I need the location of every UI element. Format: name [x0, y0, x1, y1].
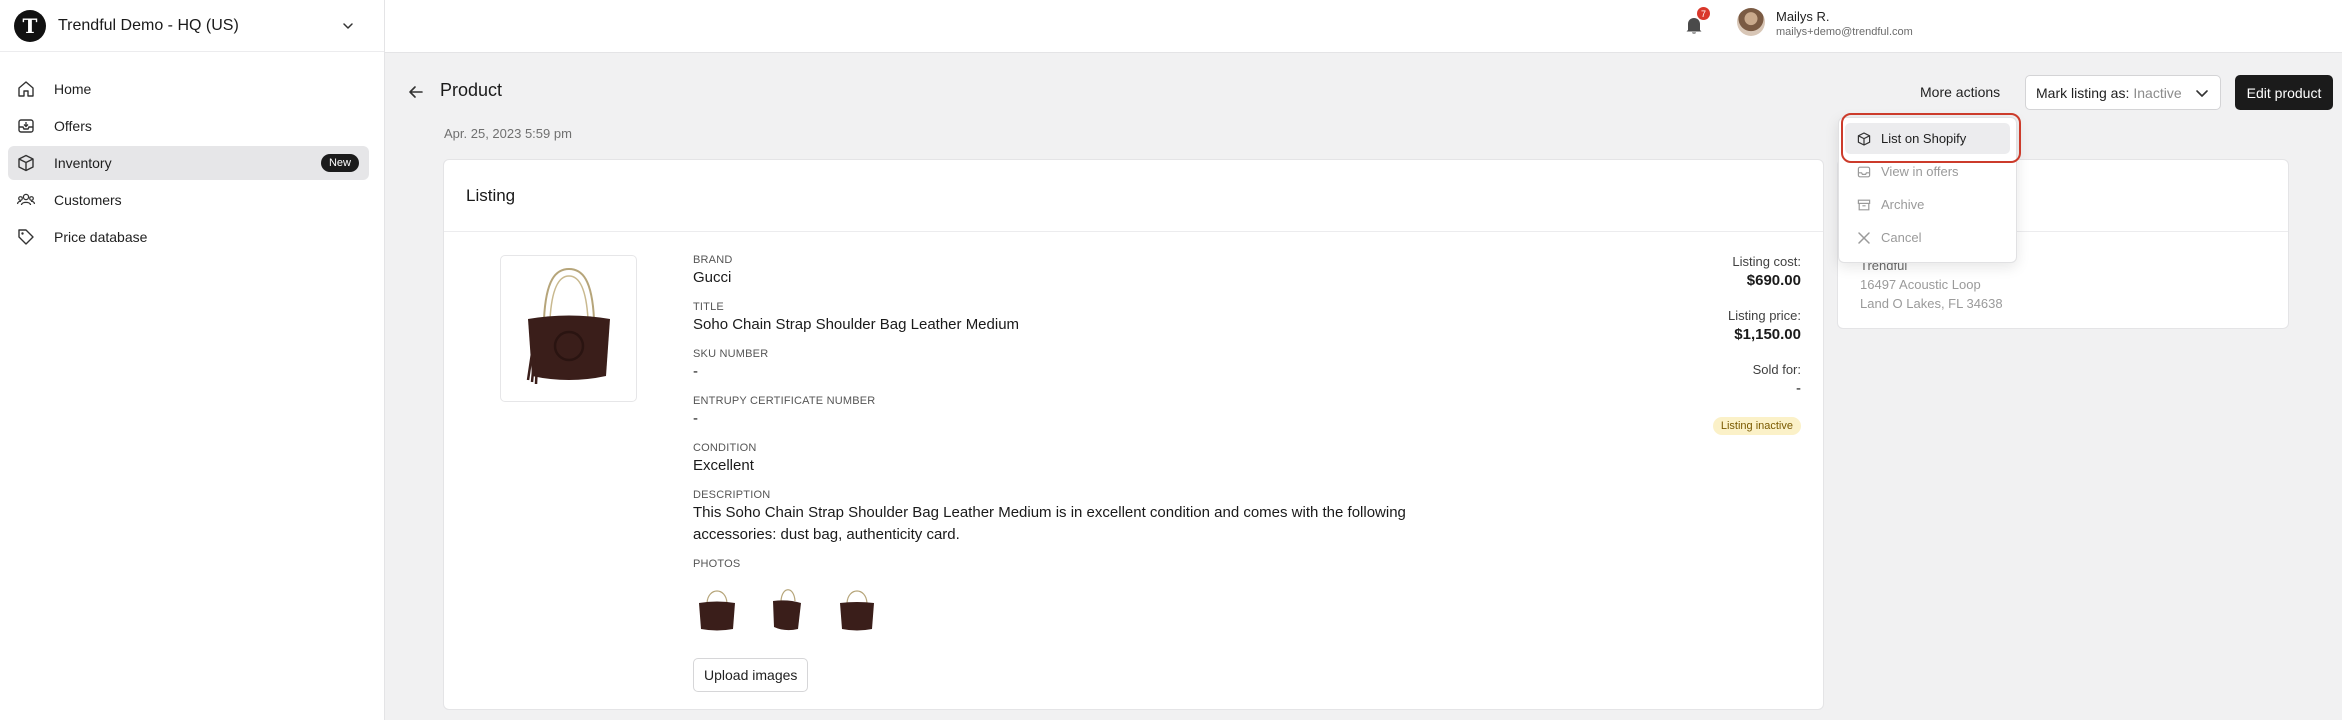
menu-item-view-in-offers[interactable]: View in offers — [1845, 156, 2010, 187]
condition-label: CONDITION — [693, 442, 757, 454]
sidebar-item-label: Customers — [54, 192, 122, 208]
listing-card: Listing BRAND Gucci TITLE Soho Chain Str… — [443, 159, 1824, 710]
menu-item-list-on-shopify[interactable]: List on Shopify — [1845, 123, 2010, 154]
home-icon — [16, 79, 36, 99]
divider — [444, 231, 1823, 232]
card-title: Listing — [466, 186, 516, 205]
user-email: mailys+demo@trendful.com — [1776, 26, 1913, 38]
org-switcher[interactable]: T Trendful Demo - HQ (US) — [0, 0, 384, 52]
notification-count: 7 — [1697, 7, 1710, 20]
photo-thumbnails — [693, 580, 1473, 636]
sidebar-item-price-database[interactable]: Price database — [8, 220, 369, 254]
photo-thumbnail[interactable] — [833, 580, 881, 636]
listing-cost-label: Listing cost: — [1732, 254, 1801, 269]
upload-images-button[interactable]: Upload images — [693, 658, 809, 692]
avatar[interactable] — [1737, 8, 1765, 36]
sidebar-item-label: Price database — [54, 229, 148, 245]
mark-listing-value: Inactive — [2133, 84, 2182, 101]
more-actions-menu: List on Shopify View in offers Archive C… — [1838, 117, 2017, 263]
location-street: 16497 Acoustic Loop — [1860, 277, 1981, 292]
page-title: Product — [440, 80, 503, 100]
sidebar: T Trendful Demo - HQ (US) Home Offers In… — [0, 0, 385, 720]
sold-for-label: Sold for: — [1752, 362, 1801, 377]
status-badge: Listing inactive — [1712, 417, 1801, 435]
location-address: Trendful 16497 Acoustic Loop Land O Lake… — [1860, 256, 2003, 313]
created-date: Apr. 25, 2023 5:59 pm — [444, 126, 572, 141]
archive-icon — [1855, 196, 1873, 214]
description-label: DESCRIPTION — [693, 489, 771, 501]
sidebar-item-offers[interactable]: Offers — [8, 109, 369, 143]
main-product-photo[interactable] — [500, 255, 637, 402]
brand-value: Gucci — [693, 269, 732, 286]
sku-value: - — [693, 363, 698, 380]
description-value: This Soho Chain Strap Shoulder Bag Leath… — [693, 504, 1406, 543]
menu-item-label: List on Shopify — [1881, 131, 1967, 146]
new-badge: New — [320, 154, 359, 172]
menu-item-archive[interactable]: Archive — [1845, 189, 2010, 220]
menu-item-label: Archive — [1881, 197, 1925, 212]
inbox-icon — [16, 116, 36, 136]
sidebar-item-label: Inventory — [54, 155, 112, 171]
listing-prices: Listing cost: $690.00 Listing price: $1,… — [1712, 254, 1801, 435]
tag-icon — [16, 227, 36, 247]
photo-thumbnail[interactable] — [763, 580, 811, 636]
topbar — [385, 0, 2342, 53]
photo-thumbnail[interactable] — [693, 580, 741, 636]
chevron-down-icon — [2194, 85, 2210, 104]
sidebar-item-inventory[interactable]: Inventory New — [8, 146, 369, 180]
entrupy-value: - — [693, 410, 698, 427]
menu-item-label: Cancel — [1881, 230, 1922, 245]
menu-item-label: View in offers — [1881, 164, 1959, 179]
brand-label: BRAND — [693, 254, 733, 266]
photos-label: PHOTOS — [693, 558, 741, 570]
org-name: Trendful Demo - HQ (US) — [58, 16, 239, 34]
sidebar-item-label: Home — [54, 81, 92, 97]
title-value: Soho Chain Strap Shoulder Bag Leather Me… — [693, 316, 1020, 333]
mark-listing-label: Mark listing as: — [2036, 84, 2130, 101]
mark-listing-select[interactable]: Mark listing as: Inactive — [2025, 75, 2221, 110]
listing-price-value: $1,150.00 — [1734, 326, 1801, 343]
sidebar-item-label: Offers — [54, 118, 92, 134]
back-arrow-icon[interactable] — [405, 81, 427, 103]
inbox-icon — [1855, 163, 1873, 181]
sidebar-item-home[interactable]: Home — [8, 72, 369, 106]
sku-label: SKU NUMBER — [693, 348, 769, 360]
entrupy-label: ENTRUPY CERTIFICATE NUMBER — [693, 395, 876, 407]
more-actions-button[interactable]: More actions — [1912, 76, 2008, 108]
box-icon — [1855, 130, 1873, 148]
listing-fields: BRAND Gucci TITLE Soho Chain Strap Shoul… — [693, 254, 1473, 692]
edit-product-button[interactable]: Edit product — [2235, 75, 2333, 110]
sidebar-nav: Home Offers Inventory New Customers Pric… — [0, 52, 384, 254]
users-icon — [16, 190, 36, 210]
condition-value: Excellent — [693, 457, 754, 474]
trendful-logo: T — [14, 9, 46, 42]
listing-cost-value: $690.00 — [1746, 272, 1801, 289]
location-city: Land O Lakes, FL 34638 — [1860, 296, 2003, 311]
chevron-down-icon[interactable] — [338, 16, 358, 36]
user-name: Mailys R. — [1776, 9, 1830, 24]
menu-item-cancel[interactable]: Cancel — [1845, 222, 2010, 253]
title-label: TITLE — [693, 301, 724, 313]
close-icon — [1855, 229, 1873, 247]
listing-price-label: Listing price: — [1728, 308, 1801, 323]
box-icon — [16, 153, 36, 173]
sold-for-value: - — [1796, 380, 1801, 397]
sidebar-item-customers[interactable]: Customers — [8, 183, 369, 217]
